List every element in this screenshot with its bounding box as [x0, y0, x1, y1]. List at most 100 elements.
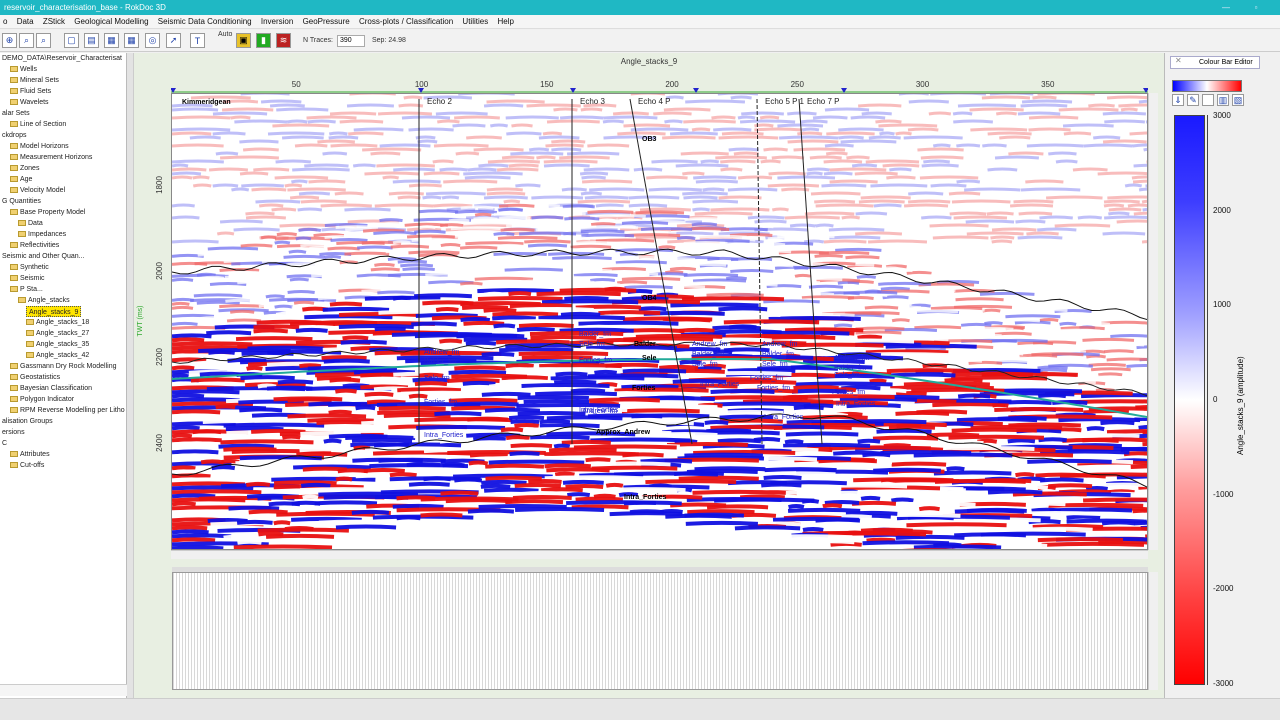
x-tick-label: 150 — [540, 80, 554, 89]
tree-node-label: Data — [28, 220, 43, 227]
tree-node[interactable]: Cut-offs — [10, 460, 44, 471]
settings-icon[interactable]: ▧ — [1232, 94, 1244, 106]
menu-help[interactable]: Help — [497, 17, 513, 26]
tree-node[interactable]: Angle_stacks_27 — [26, 328, 89, 339]
folder-icon — [26, 319, 34, 326]
tree-scrollbar[interactable] — [0, 684, 127, 696]
tree-node[interactable]: Wells — [10, 64, 37, 75]
blank-icon[interactable] — [1202, 94, 1214, 106]
tree-node[interactable]: ckdrops — [2, 130, 27, 141]
tree-node[interactable]: Bayesian Classification — [10, 383, 92, 394]
tree-node[interactable]: Impedances — [18, 229, 66, 240]
zoom-fit-icon[interactable]: ⊕ — [2, 33, 17, 48]
title-bar: reservoir_characterisation_base - RokDoc… — [0, 0, 1280, 15]
battery-icon[interactable]: ▮ — [256, 33, 271, 48]
tree-node[interactable]: ersions — [2, 427, 25, 438]
tree-node[interactable]: Base Property Model — [10, 207, 85, 218]
globe-icon[interactable]: ◎ — [145, 33, 160, 48]
tree-node[interactable]: Seismic — [10, 273, 45, 284]
tree-node[interactable]: Fluid Sets — [10, 86, 51, 97]
menu-cross-plots[interactable]: Cross-plots / Classification — [359, 17, 453, 26]
seismic-hscroll[interactable] — [171, 550, 1148, 559]
project-tree[interactable]: DEMO_DATA\Reservoir_Characterisat Wells Mi… — [0, 53, 127, 698]
seismic-section[interactable]: Echo 2 Echo 3 Echo 4 P Echo 5 P 1 Echo 7 P OB… — [171, 93, 1148, 550]
pointer-icon[interactable]: ➚ — [166, 33, 181, 48]
zoom-out-icon[interactable]: ⌕ — [36, 33, 51, 48]
tree-node-label: Seismic — [20, 275, 45, 282]
well-label: Echo 7 P — [807, 97, 839, 106]
menu-inversion[interactable]: Inversion — [261, 17, 293, 26]
x-tick-label: 200 — [665, 80, 679, 89]
tree-node[interactable]: Data — [18, 218, 43, 229]
seismic-vscroll[interactable] — [1148, 93, 1158, 550]
colour-preset-select[interactable] — [1172, 80, 1242, 92]
horizon-label: Balder_fm — [834, 365, 866, 372]
tree-node[interactable]: Angle_stacks_42 — [26, 350, 89, 361]
lower-track-panel[interactable] — [172, 572, 1148, 690]
menu-geopressure[interactable]: GeoPressure — [303, 17, 350, 26]
tree-node[interactable]: Attributes — [10, 449, 50, 460]
menu-data[interactable]: Data — [17, 17, 34, 26]
grid-icon[interactable]: ▦ — [124, 33, 139, 48]
tree-node[interactable]: Mineral Sets — [10, 75, 59, 86]
colour-icon[interactable]: ▥ — [1217, 94, 1229, 106]
tree-node[interactable]: Line of Section — [10, 119, 66, 130]
menu-geological-modelling[interactable]: Geological Modelling — [74, 17, 148, 26]
tree-node[interactable]: Angle_stacks — [18, 295, 70, 306]
tree-node[interactable]: Velocity Model — [10, 185, 65, 196]
layers-icon[interactable]: ▣ — [236, 33, 251, 48]
horizon-label: Andrew_fm — [424, 349, 460, 356]
tree-node-label: Age — [20, 176, 33, 183]
tree-node[interactable]: Reflectivities — [10, 240, 59, 251]
colour-bar-editor-tab[interactable]: Colour Bar Editor — [1170, 56, 1260, 69]
edit-icon[interactable]: ✎ — [1187, 94, 1199, 106]
select-icon[interactable]: ▢ — [64, 33, 79, 48]
menu-seismic-data-conditioning[interactable]: Seismic Data Conditioning — [158, 17, 252, 26]
page-icon[interactable]: ▤ — [84, 33, 99, 48]
wiggle-icon[interactable]: ≋ — [276, 33, 291, 48]
tree-node[interactable]: C — [2, 438, 7, 449]
panel-splitter[interactable] — [127, 53, 134, 698]
tree-node[interactable]: Measurement Horizons — [10, 152, 92, 163]
well-label: Echo 2 — [427, 97, 452, 106]
horizon-label: Balder_fm — [762, 351, 794, 358]
tree-node[interactable]: alisation Groups — [2, 416, 53, 427]
horizon-label: Kimmeridgean — [182, 99, 231, 106]
tree-node[interactable]: Model Horizons — [10, 141, 69, 152]
tree-node[interactable]: DEMO_DATA\Reservoir_Characterisat — [2, 53, 122, 64]
menu-o[interactable]: o — [3, 17, 7, 26]
tree-node[interactable]: Angle_stacks_18 — [26, 317, 89, 328]
n-traces-input[interactable]: 390 — [337, 35, 365, 47]
close-icon[interactable]: ✕ — [1175, 56, 1182, 65]
tree-node[interactable]: Angle_stacks_35 — [26, 339, 89, 350]
tree-node[interactable]: Age — [10, 174, 32, 185]
table-icon[interactable]: ▦ — [104, 33, 119, 48]
tree-node[interactable]: G Quantities — [2, 196, 41, 207]
y-axis-label: TWT (ms) — [137, 306, 144, 337]
tree-node-label: Angle_stacks_35 — [36, 341, 90, 348]
tree-node[interactable]: Zones — [10, 163, 39, 174]
tree-node[interactable]: Geostatistics — [10, 372, 60, 383]
zoom-in-icon[interactable]: ⌕ — [19, 33, 34, 48]
tree-node-label: C — [2, 440, 8, 447]
folder-icon — [10, 77, 18, 84]
tree-node[interactable]: Angle_stacks_9 — [26, 306, 82, 317]
colour-bar-axis — [1207, 115, 1211, 685]
maximize-icon[interactable]: ▫ — [1248, 0, 1264, 15]
arrow-down-icon[interactable]: ⇓ — [1172, 94, 1184, 106]
tree-node[interactable]: P Sta... — [10, 284, 43, 295]
menu-zstick[interactable]: ZStick — [43, 17, 65, 26]
tree-node[interactable]: alar Sets — [2, 108, 30, 119]
tree-node[interactable]: Seismic and Other Quan... — [2, 251, 84, 262]
plot-title: Angle_stacks_9 — [620, 57, 678, 66]
title-icon[interactable]: T — [190, 33, 205, 48]
tree-node[interactable]: RPM Reverse Modelling per Litho — [10, 405, 125, 416]
minimize-icon[interactable]: — — [1218, 0, 1234, 15]
tree-node[interactable]: Synthetic — [10, 262, 49, 273]
tree-node-label: Velocity Model — [20, 187, 66, 194]
tree-node[interactable]: Gassmann Dry Rock Modelling — [10, 361, 116, 372]
lower-vscroll[interactable] — [1148, 572, 1158, 690]
tree-node[interactable]: Polygon Indicator — [10, 394, 74, 405]
tree-node[interactable]: Wavelets — [10, 97, 49, 108]
menu-utilities[interactable]: Utilities — [462, 17, 488, 26]
